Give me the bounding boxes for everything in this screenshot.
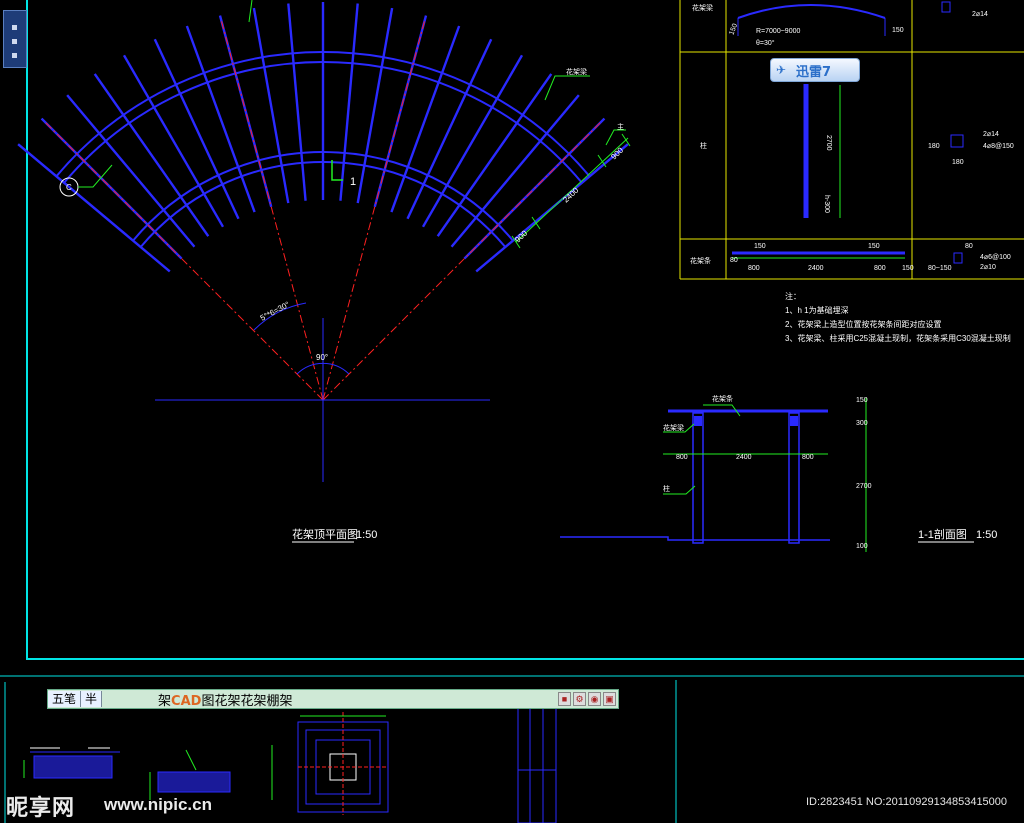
ime-settings-icon[interactable]: ⚙: [573, 692, 586, 706]
section-dim-800b: 800: [802, 454, 814, 461]
section-cap-left: [694, 416, 702, 426]
section-col-right: [788, 412, 800, 544]
section-scale: 1:50: [976, 529, 997, 541]
xunlei-label: 迅雷7: [796, 64, 832, 80]
table-row1-label: 花架梁: [692, 3, 713, 12]
plan-slat: [450, 94, 580, 248]
xunlei-bird-icon: ✈: [776, 63, 787, 77]
table-row1-theta: θ=30°: [756, 39, 775, 47]
table-row3-dim-80b: 80: [965, 243, 973, 250]
section-dim-2700: 2700: [856, 483, 872, 490]
table-row1-dim-right: 150: [892, 27, 904, 34]
table-row2-dim-180a: 180: [928, 143, 940, 150]
beam-label: 花架梁: [566, 67, 587, 76]
image-id-text: ID:2823451 NO:20110929134853415000: [806, 796, 1008, 808]
drawing-frame: [26, 0, 1024, 660]
ime-title-pre: 架: [158, 693, 172, 709]
preview-detail-1: [23, 747, 120, 779]
section-dim-150: 150: [856, 397, 868, 404]
table-row2-rebar-a: 2⌀14: [983, 131, 999, 138]
section-marker-l1-num: 1: [350, 176, 356, 188]
ime-close-icon[interactable]: ▣: [603, 692, 616, 706]
plan-top-label: 主: [617, 122, 624, 131]
notes-line2: 2、花架梁上造型位置按花架条间距对应设置: [785, 319, 941, 329]
section-label-strip: 花架条: [712, 394, 733, 403]
plan-title: 花架顶平面图: [292, 528, 358, 541]
table-row1-dim-left: 150: [728, 23, 739, 36]
plan-slat: [356, 7, 394, 204]
ime-softkey-icon[interactable]: ◉: [588, 692, 601, 706]
table-row2-dim-180b: 180: [952, 159, 964, 166]
plan-slat: [339, 3, 359, 201]
table-row3-dim-800a: 800: [748, 265, 760, 272]
section-1-1: 800 2400 800 150 300 2700 100 花架条 花架梁 柱 …: [560, 394, 997, 552]
pergola-plan: 90° 5°*6=30° 1 C 花架梁 900 2400 900 主 花架顶平…: [17, 0, 631, 543]
plan-dim-2400: 2400: [561, 185, 581, 204]
plan-slat: [252, 7, 290, 204]
ime-menu-icon[interactable]: ■: [558, 692, 571, 706]
xunlei-float-widget[interactable]: ✈ 迅雷7: [770, 58, 860, 82]
plan-slat: [475, 143, 629, 273]
table-row3-dim-80: 80: [730, 257, 738, 264]
detail-table: 花架梁 柱 花架条 R=7000~9000 θ=30° 150 150 2⌀14…: [679, 0, 1024, 280]
preview-plan-square: [271, 712, 389, 815]
table-row3-rebar-b: 2⌀10: [980, 264, 996, 271]
table-row2-section: [950, 134, 964, 148]
ime-title-cad: CAD: [171, 693, 202, 709]
section-cap-right: [790, 416, 798, 426]
angle-small-label: 5°*6=30°: [259, 300, 291, 323]
table-row3-dim-150c: 150: [902, 265, 914, 272]
callout-c-label: C: [66, 183, 72, 192]
table-row3-label: 花架条: [690, 256, 711, 265]
notes-line3: 3、花架梁、柱采用C25混凝土现制，花架条采用C30混凝土现制: [785, 333, 1011, 343]
section-label-col: 柱: [663, 484, 670, 493]
watermark-url: www.nipic.cn: [104, 795, 212, 814]
plan-scale: 1:50: [356, 529, 377, 541]
table-row2-label: 柱: [700, 141, 707, 150]
section-label-beam: 花架梁: [663, 423, 684, 432]
preview-detail-2: [149, 749, 231, 800]
top-leader: [248, 0, 253, 23]
toolbar-dot-icon: [12, 25, 17, 30]
table-row2-rebar-b: 4⌀8@150: [983, 143, 1014, 150]
ime-composition-text: 架CAD图花架花架棚架: [102, 690, 558, 709]
toolbar-dot-icon: [12, 53, 17, 58]
table-row1-arc: [737, 4, 886, 19]
table-row3-dim-80-150: 80~150: [928, 265, 952, 272]
table-row3-dim-2400: 2400: [808, 265, 824, 272]
ime-title-post: 图花架花架棚架: [201, 693, 293, 709]
ime-mode-button[interactable]: 五笔: [48, 691, 82, 707]
ime-icon-group: ■ ⚙ ◉ ▣: [558, 692, 618, 706]
section-dim-300: 300: [856, 420, 868, 427]
table-row3-section: [953, 252, 963, 264]
table-row2-dim-h300: h-300: [823, 195, 830, 213]
ime-width-button[interactable]: 半: [81, 691, 103, 707]
toolbar-dot-icon: [12, 39, 17, 44]
section-title: 1-1剖面图: [918, 527, 967, 541]
plan-slat: [66, 94, 196, 248]
notes-heading: 注：: [785, 291, 801, 301]
left-toolbar-tab[interactable]: [3, 10, 27, 68]
notes-line1: 1、h 1为基础埋深: [785, 305, 849, 315]
table-row1-r: R=7000~9000: [756, 28, 800, 35]
section-dim-100: 100: [856, 543, 868, 550]
section-dim-800a: 800: [676, 454, 688, 461]
plan-slat: [17, 143, 171, 273]
table-row3-dim-800b: 800: [874, 265, 886, 272]
watermark-logo: 昵享网: [6, 796, 76, 821]
beam-leader: [544, 75, 590, 101]
plan-slat: [287, 3, 307, 201]
table-row1-section: [941, 1, 951, 13]
preview-title-block: [517, 707, 557, 823]
table-row3-dim-150b: 150: [868, 243, 880, 250]
table-row3-rebar-a: 4⌀6@100: [980, 254, 1011, 261]
section-col-left: [692, 412, 704, 544]
table-row3-dim-150a: 150: [754, 243, 766, 250]
table-row2-dim-2700: 2700: [825, 135, 832, 151]
section-dim-2400: 2400: [736, 454, 752, 461]
ime-status-bar[interactable]: 五笔 半 架CAD图花架花架棚架 ■ ⚙ ◉ ▣: [47, 689, 619, 709]
angle-main-label: 90°: [316, 353, 328, 362]
table-row1-rebar: 2⌀14: [972, 11, 988, 18]
notes-block: 注： 1、h 1为基础埋深 2、花架梁上造型位置按花架条间距对应设置 3、花架梁…: [785, 291, 1011, 343]
